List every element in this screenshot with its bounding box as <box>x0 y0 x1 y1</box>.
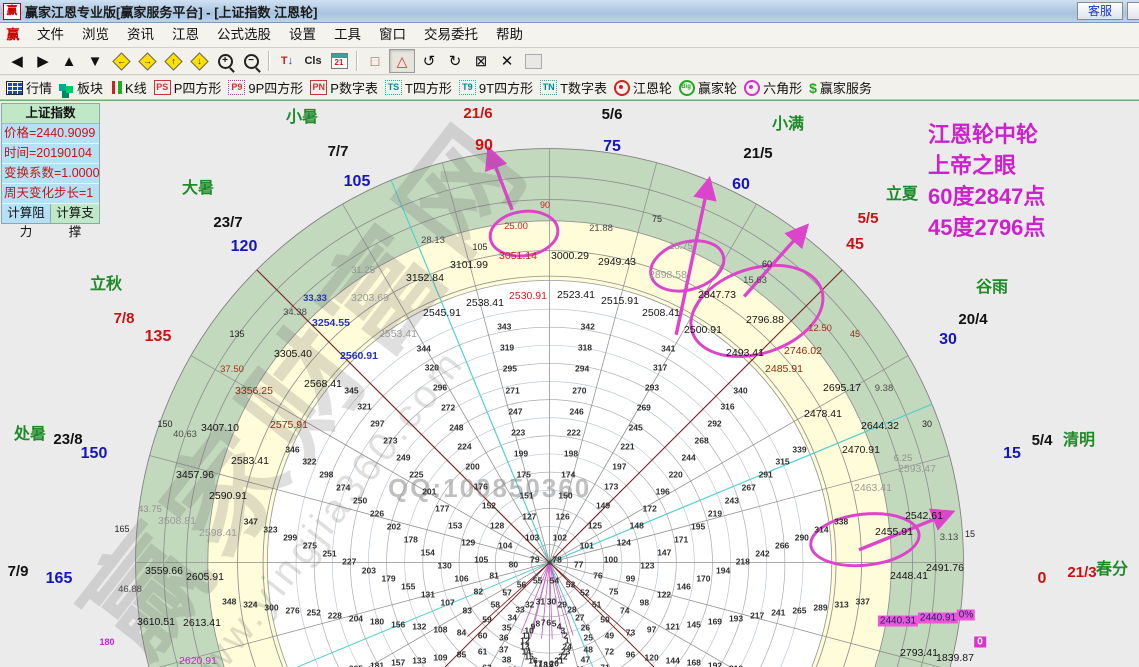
menu-item-窗口[interactable]: 窗口 <box>370 23 415 47</box>
menu-item-设置[interactable]: 设置 <box>280 23 325 47</box>
toolbar-item-六角形[interactable]: 六角形 <box>744 78 802 97</box>
badge: TN <box>540 80 558 95</box>
calendar-icon[interactable]: 21 <box>327 50 351 72</box>
info-row: 价格=2440.9099 <box>2 124 99 144</box>
toolbar-item-行情[interactable]: 行情 <box>6 78 52 97</box>
toolbar-item-P四方形[interactable]: PS P四方形 <box>153 78 222 97</box>
toolbar-item-label: 9T四方形 <box>478 81 534 96</box>
customer-service-button[interactable]: 客服 <box>1076 2 1123 20</box>
menu-item-工具[interactable]: 工具 <box>325 23 370 47</box>
nav-forward-icon[interactable]: ▶ <box>31 50 55 72</box>
triangle-tool-icon[interactable]: △ <box>389 49 415 73</box>
toolbar-item-label: 9P四方形 <box>248 81 304 96</box>
grid-icon <box>6 80 23 95</box>
toolbar-item-label: P数字表 <box>330 81 378 96</box>
rect-tool-icon[interactable]: □ <box>363 50 387 72</box>
app-logo-icon: 赢 <box>3 2 21 20</box>
toolbar-item-label: T四方形 <box>404 81 452 96</box>
annotation-text: 江恩轮中轮上帝之眼 60度2847点 45度2796点 <box>928 119 1045 243</box>
annotation-line: 江恩轮中轮 <box>928 122 1039 147</box>
pan-down-icon[interactable]: ↓ <box>187 50 211 72</box>
dollar-icon: $ <box>809 79 817 96</box>
index-name: 上证指数 <box>2 104 99 124</box>
ring-icon <box>744 79 761 96</box>
pan-right-icon[interactable]: → <box>135 50 159 72</box>
info-row: 变换系数=1.00000 <box>2 164 99 184</box>
calc-resistance-button[interactable]: 计算阻力 <box>2 204 51 239</box>
toolbar-item-9T四方形[interactable]: T9 9T四方形 <box>458 78 534 97</box>
title-bar: 赢 赢家江恩专业版[赢家服务平台] - [上证指数 江恩轮] 客服 <box>0 0 1139 23</box>
index-info-panel: 上证指数 价格=2440.9099 时间=20190104 变换系数=1.00000… <box>1 103 100 239</box>
toolbar-item-赢家轮[interactable]: Big 赢家轮 <box>679 78 737 97</box>
toolbar-item-label: K线 <box>125 81 147 96</box>
pointer-up-icon[interactable]: ▲ <box>57 50 81 72</box>
menu-item-江恩[interactable]: 江恩 <box>163 23 208 47</box>
toolbar-item-9P四方形[interactable]: P9 9P四方形 <box>228 78 303 97</box>
toolbar-item-板块[interactable]: 板块 <box>59 78 103 97</box>
badge: PS <box>153 80 171 95</box>
nav-back-icon[interactable]: ◀ <box>5 50 29 72</box>
toolbar-separator <box>356 51 358 71</box>
app-window: 赢 赢家江恩专业版[赢家服务平台] - [上证指数 江恩轮] 客服 赢 文件 浏览… <box>0 0 1139 667</box>
toolbar-item-T四方形[interactable]: TS T四方形 <box>384 78 452 97</box>
toolbar-item-label: 赢家轮 <box>698 81 738 96</box>
menu-item-资讯[interactable]: 资讯 <box>118 23 163 47</box>
info-row: 时间=20190104 <box>2 144 99 164</box>
toolbar-item-江恩轮[interactable]: 江恩轮 <box>614 78 672 97</box>
toolbar-item-label: 行情 <box>26 81 53 96</box>
rotate-cw-icon[interactable]: ↻ <box>443 50 467 72</box>
toolbar-item-label: 江恩轮 <box>633 81 673 96</box>
pan-up-icon[interactable]: ↑ <box>161 50 185 72</box>
zoom-in-icon[interactable]: + <box>213 50 237 73</box>
gann-wheel-chart-area: 赢家财富网 www.yingjia360.com QQ:100850360 小暑… <box>0 100 1139 667</box>
toolbar-item-赢家服务[interactable]: $ 赢家服务 <box>809 78 872 97</box>
menu-item-交易委托[interactable]: 交易委托 <box>415 23 487 47</box>
t-updown-icon[interactable]: T↓ <box>275 50 299 72</box>
box-x-icon[interactable]: ⊠ <box>469 50 493 72</box>
menu-bar: 赢 文件 浏览 资讯 江恩 公式选股 设置 工具 窗口 交易委托 帮助 <box>0 23 1139 48</box>
toolbar-item-K线[interactable]: K线 <box>110 78 147 97</box>
badge: TS <box>384 80 402 95</box>
annotation-line: 60度2847点 <box>928 184 1046 209</box>
toolbar-item-label: 六角形 <box>763 81 803 96</box>
badge: P9 <box>228 80 246 95</box>
toolbar-item-label: 赢家服务 <box>819 81 872 96</box>
main-toolbar: ◀ ▶ ▲ ▼ ← → ↑ ↓ + − T↓ Cls 21 □ △ ↺ ↻ ⊠ ✕ <box>0 48 1139 75</box>
annotation-line: 上帝之眼 <box>928 153 1017 178</box>
toolbar-item-label: P四方形 <box>173 81 222 96</box>
menu-item-浏览[interactable]: 浏览 <box>73 23 118 47</box>
pan-left-icon[interactable]: ← <box>109 50 133 72</box>
cls-icon[interactable]: Cls <box>301 50 325 72</box>
menu-item-文件[interactable]: 文件 <box>28 23 73 47</box>
toolbar-item-P数字表[interactable]: PN P数字表 <box>310 78 378 97</box>
toolbar-item-label: T数字表 <box>560 81 608 96</box>
ring-icon <box>614 79 631 96</box>
calc-support-button[interactable]: 计算支撑 <box>51 204 99 239</box>
ring-big-icon: Big <box>679 79 696 96</box>
chart-type-toolbar: 行情 板块 K线 PS P四方形 P9 9P四方形 PN P数字表 TS T四方形 T9 9T四方形 TN… <box>0 76 1139 100</box>
info-row: 周天变化步长=1 <box>2 184 99 204</box>
menu-logo-icon: 赢 <box>6 27 20 42</box>
blocks-icon <box>59 84 67 91</box>
menu-item-帮助[interactable]: 帮助 <box>487 23 532 47</box>
annotation-line: 45度2796点 <box>928 215 1046 240</box>
pointer-down-icon[interactable]: ▼ <box>83 50 107 72</box>
resize-icon[interactable]: ✕ <box>495 50 519 72</box>
badge: PN <box>310 80 328 95</box>
badge: T9 <box>458 80 476 95</box>
window-title: 赢家江恩专业版[赢家服务平台] - [上证指数 江恩轮] <box>25 4 318 20</box>
board-icon[interactable] <box>521 50 545 72</box>
rotate-ccw-icon[interactable]: ↺ <box>417 50 441 72</box>
toolbar-item-label: 板块 <box>77 81 104 96</box>
kline-icon <box>110 81 123 94</box>
clipped-button[interactable] <box>1127 2 1139 20</box>
toolbar-item-T数字表[interactable]: TN T数字表 <box>540 78 607 97</box>
toolbar-separator <box>268 51 270 71</box>
zoom-out-icon[interactable]: − <box>239 50 263 73</box>
menu-item-公式选股[interactable]: 公式选股 <box>208 23 280 47</box>
